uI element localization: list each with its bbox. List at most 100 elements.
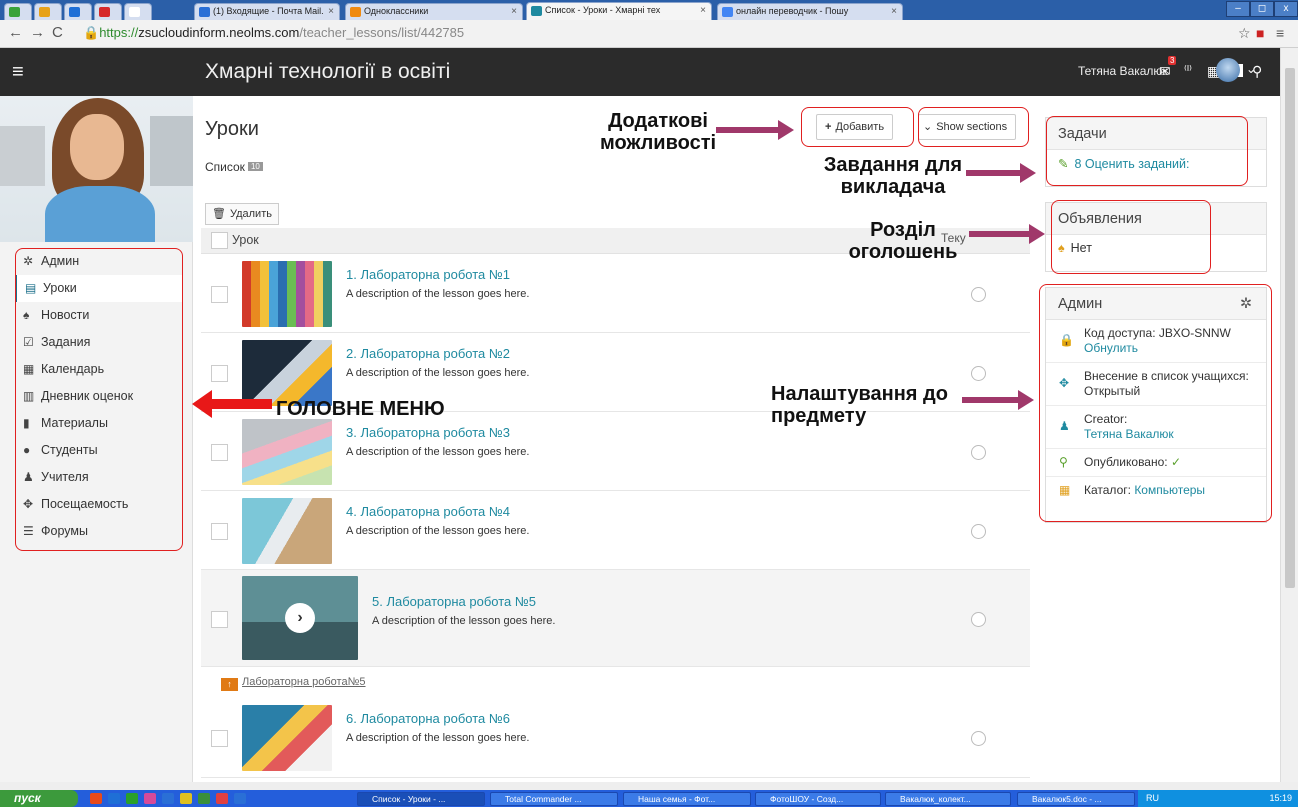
browser-tab[interactable] [4,3,32,20]
quicklaunch-icon[interactable] [162,793,174,804]
row-checkbox[interactable] [211,285,228,303]
lesson-thumbnail[interactable] [242,419,332,485]
row-checkbox[interactable] [211,443,228,461]
tab-title: онлайн переводчик - Пошу [736,6,849,16]
page-title: Уроки [205,118,259,140]
chevron-down-icon[interactable]: ⌄ [1246,62,1256,76]
row-checkbox[interactable] [211,364,228,382]
restore-button[interactable]: ◻ [1250,1,1274,17]
browser-tab[interactable]: Список - Уроки - Хмарні тех × [526,2,712,20]
quicklaunch-icon[interactable] [180,793,192,804]
url-scheme: https:// [99,25,139,40]
pdf-extension-icon[interactable]: ■ [1256,25,1264,41]
tab-favicon-icon [99,7,110,17]
signal-icon[interactable]: ⁽ᴵ⁾ [1184,63,1192,77]
taskbar-item[interactable]: Список - Уроки - ... [357,792,485,806]
notification-badge: 3 [1168,56,1177,65]
tab-favicon-icon [531,6,542,16]
row-checkbox[interactable] [211,730,228,747]
screen: (1) Входящие - Почта Mail. × Одноклассники… [0,0,1298,807]
quicklaunch-icon[interactable] [90,793,102,804]
lesson-thumbnail[interactable] [242,498,332,564]
current-lesson-radio[interactable] [971,286,986,302]
start-button[interactable]: пуск [0,790,78,807]
scrollbar-thumb[interactable] [1285,68,1295,588]
taskbar-item[interactable]: ФотоШОУ - Созд... [755,792,881,806]
taskbar-item[interactable]: Вакалюк5.doc - ... [1017,792,1135,806]
url-field[interactable]: 🔒https://zsucloudinform.neolms.com/teach… [83,25,464,41]
folder-up-icon: ↑ [221,678,238,691]
tab-close-icon[interactable]: × [891,4,897,19]
tab-close-icon[interactable]: × [328,4,334,19]
close-window-button[interactable]: x [1274,1,1298,17]
lesson-thumbnail[interactable] [242,261,332,327]
annotation-box-announcements [1051,200,1211,274]
browser-tab[interactable] [64,3,92,20]
table-row: 1. Лабораторна робота №1 A description of… [201,254,1030,333]
annotation-arrow-tasks [966,163,1036,183]
lesson-thumbnail[interactable] [242,705,332,771]
browser-tab[interactable]: (1) Входящие - Почта Mail. × [194,3,340,20]
lesson-title-link[interactable]: 1. Лабораторна робота №1 [346,267,510,282]
hamburger-menu-icon[interactable]: ≡ [12,61,24,84]
lesson-thumbnail[interactable]: › [242,576,358,660]
current-lesson-radio[interactable] [971,444,986,460]
lesson-title-link[interactable]: 2. Лабораторна робота №2 [346,346,510,361]
user-avatar[interactable] [1216,58,1240,82]
lesson-thumbnail[interactable] [242,340,332,406]
horizontal-scrollbar[interactable] [0,782,1298,790]
current-lesson-radio[interactable] [971,611,986,627]
next-icon[interactable]: › [285,603,315,633]
quicklaunch-icon[interactable] [144,793,156,804]
lesson-title-link[interactable]: 5. Лабораторна робота №5 [372,594,536,609]
taskbar-item[interactable]: Наша семья - Фот... [623,792,751,806]
current-lesson-radio[interactable] [971,523,986,539]
clock: 15:19 [1269,793,1292,803]
tab-list[interactable]: Список 10 [205,160,263,174]
taskbar-item[interactable]: Вакалюк_колект... [885,792,1011,806]
quicklaunch-icon[interactable] [234,793,246,804]
browser-tab[interactable] [94,3,122,20]
tab-close-icon[interactable]: × [700,3,706,18]
quicklaunch-icon[interactable] [108,793,120,804]
lesson-description: A description of the lesson goes here. [346,367,530,379]
language-indicator[interactable]: RU [1146,790,1159,807]
lesson-description: A description of the lesson goes here. [346,525,530,537]
current-lesson-radio[interactable] [971,365,986,381]
lesson-title-link[interactable]: 4. Лабораторна робота №4 [346,504,510,519]
minimize-button[interactable]: – [1226,1,1250,17]
page-scrollbar[interactable] [1280,48,1298,782]
user-name[interactable]: Тетяна Вакалюк [1078,64,1168,78]
quicklaunch-icon[interactable] [198,793,210,804]
browser-tab[interactable]: онлайн переводчик - Пошу × [717,3,903,20]
select-all-checkbox[interactable] [211,232,228,249]
back-icon[interactable]: ← [8,25,23,41]
tab-favicon-icon [39,7,50,17]
tab-favicon-icon [722,7,733,17]
tab-close-icon[interactable]: × [511,4,517,19]
delete-button[interactable]: 🗑 Удалить [205,203,279,225]
annotation-box-tasks [1046,116,1248,186]
quicklaunch-icon[interactable] [216,793,228,804]
current-lesson-radio[interactable] [971,731,986,746]
browser-tab[interactable] [124,3,152,20]
bookmark-star-icon[interactable]: ☆ [1238,25,1251,42]
taskbar-item-label: Вакалюк_колект... [900,794,971,804]
lesson-description: A description of the lesson goes here. [346,446,530,458]
browser-tab[interactable]: Одноклассники × [345,3,523,20]
trash-icon: 🗑 [212,208,226,220]
delete-button-label: Удалить [229,208,272,220]
chrome-menu-icon[interactable]: ≡ [1276,25,1284,41]
section-link[interactable]: ↑ Лабораторна робота№5 [221,676,366,691]
taskbar-item[interactable]: Total Commander ... [490,792,618,806]
reload-icon[interactable]: C [52,25,63,41]
forward-icon[interactable]: → [30,25,45,41]
row-checkbox[interactable] [211,610,228,628]
row-checkbox[interactable] [211,522,228,540]
course-title: Хмарні технології в освіті [205,60,451,83]
list-count-badge: 10 [247,162,263,171]
lesson-title-link[interactable]: 6. Лабораторна робота №6 [346,711,510,726]
quicklaunch-icon[interactable] [126,793,138,804]
lesson-title-link[interactable]: 3. Лабораторна робота №3 [346,425,510,440]
browser-tab[interactable] [34,3,62,20]
